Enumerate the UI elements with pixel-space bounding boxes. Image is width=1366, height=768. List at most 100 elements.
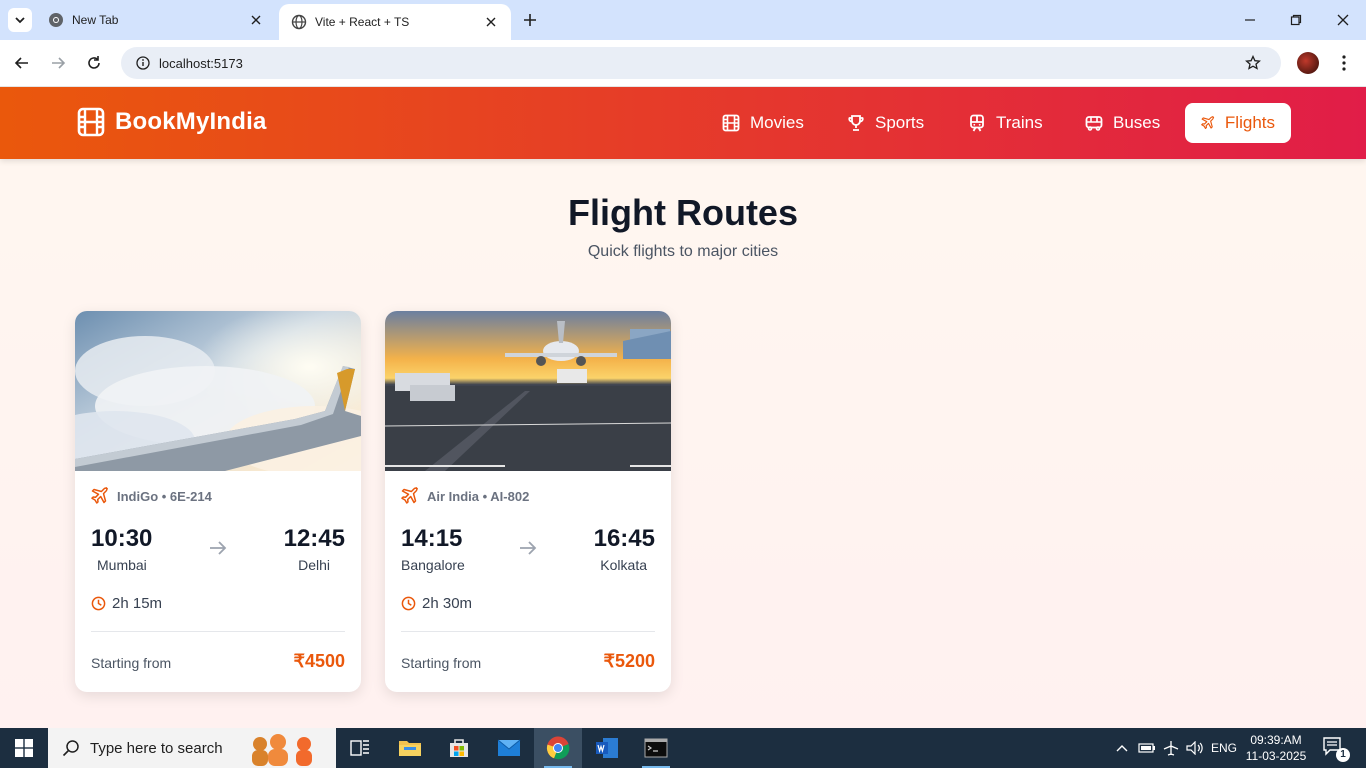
chevron-up-icon [1116, 745, 1128, 752]
nav-movies[interactable]: Movies [706, 103, 820, 143]
browser-menu-button[interactable] [1336, 52, 1352, 74]
nav-trains[interactable]: Trains [952, 103, 1059, 143]
tab-title: New Tab [72, 13, 119, 27]
departure-time: 14:15 [401, 525, 463, 552]
departure-time: 10:30 [91, 525, 153, 552]
store-icon [450, 739, 468, 757]
duration-text: 2h 15m [112, 595, 163, 612]
arrow-left-icon [14, 57, 28, 69]
volume-button[interactable] [1184, 728, 1206, 768]
nav-label: Movies [750, 113, 804, 132]
arrival-city: Kolkata [600, 557, 647, 573]
price-label: Starting from [401, 655, 482, 671]
arrival-time: 12:45 [283, 525, 345, 552]
reload-icon [88, 56, 100, 69]
plane-icon [401, 487, 418, 504]
search-placeholder: Type here to search [90, 739, 223, 757]
tab-vite-react[interactable]: Vite + React + TS [279, 4, 511, 40]
speaker-icon [1186, 741, 1203, 755]
windows-icon [15, 739, 33, 757]
mail-button[interactable] [485, 728, 533, 768]
price-value: ₹4500 [293, 651, 346, 671]
trophy-icon [848, 115, 864, 131]
language-indicator[interactable]: ENG [1208, 728, 1240, 768]
show-hidden-icons-button[interactable] [1112, 728, 1132, 768]
clock-date: 11-03-2025 [1245, 749, 1307, 763]
network-button[interactable] [1160, 728, 1182, 768]
clock-icon [401, 596, 416, 611]
task-view-button[interactable] [336, 728, 384, 768]
close-icon [1337, 14, 1349, 26]
terminal-button[interactable] [632, 728, 680, 768]
more-vertical-icon [1342, 55, 1346, 71]
tab-title: Vite + React + TS [315, 15, 410, 29]
word-icon [596, 738, 618, 758]
close-icon[interactable] [483, 14, 499, 30]
nav-buses[interactable]: Buses [1069, 103, 1176, 143]
battery-button[interactable] [1136, 728, 1158, 768]
flight-card[interactable]: Air India • AI-802 14:15 Bangalore 16:45… [385, 311, 671, 692]
back-button[interactable] [9, 50, 35, 76]
word-button[interactable] [583, 728, 631, 768]
airline-info: Air India • AI-802 [401, 487, 529, 505]
flight-duration: 2h 15m [91, 595, 162, 612]
close-icon[interactable] [248, 12, 264, 28]
forward-button[interactable] [45, 50, 71, 76]
minimize-button[interactable] [1227, 0, 1273, 40]
chrome-icon [546, 736, 570, 760]
clock[interactable]: 09:39:AM 11-03-2025 [1244, 732, 1308, 764]
microsoft-store-button[interactable] [435, 728, 483, 768]
tab-new-tab[interactable]: New Tab [36, 0, 276, 40]
flight-duration: 2h 30m [401, 595, 472, 612]
divider [401, 631, 655, 632]
new-tab-button[interactable] [520, 10, 540, 30]
arrow-right-icon [52, 57, 66, 69]
restore-button[interactable] [1273, 0, 1319, 40]
flight-card[interactable]: IndiGo • 6E-214 10:30 Mumbai 12:45 Delhi… [75, 311, 361, 692]
airline-info: IndiGo • 6E-214 [91, 487, 212, 505]
duration-text: 2h 30m [422, 595, 473, 612]
departure-city: Bangalore [401, 557, 465, 573]
browser-tabstrip: New Tab Vite + React + TS [0, 0, 1366, 40]
bus-icon [1085, 116, 1103, 131]
chevron-down-icon [15, 17, 25, 24]
reload-button[interactable] [81, 50, 107, 76]
price-value: ₹5200 [603, 651, 656, 671]
brand-name: BookMyIndia [115, 108, 267, 135]
search-highlight-icon [252, 734, 312, 766]
nav-sports[interactable]: Sports [831, 103, 940, 143]
divider [91, 631, 345, 632]
tab-search-button[interactable] [8, 8, 32, 32]
bookmark-star-icon[interactable] [1245, 55, 1261, 71]
action-center-button[interactable]: 1 [1322, 736, 1350, 762]
task-view-icon [350, 740, 369, 756]
film-icon [77, 107, 105, 137]
brand-logo-link[interactable]: BookMyIndia [77, 107, 267, 137]
battery-icon [1138, 743, 1155, 753]
address-bar[interactable]: localhost:5173 [121, 47, 1281, 79]
file-explorer-button[interactable] [386, 728, 434, 768]
plane-icon [91, 487, 108, 504]
url-text: localhost:5173 [159, 55, 243, 71]
airline-label: Air India • AI-802 [427, 488, 530, 504]
folder-icon [399, 741, 421, 756]
arrow-right-icon [210, 541, 227, 555]
terminal-icon [644, 738, 668, 758]
chrome-taskbar-button[interactable] [534, 728, 582, 768]
close-window-button[interactable] [1320, 0, 1366, 40]
nav-label: Sports [875, 113, 925, 132]
nav-flights[interactable]: Flights [1185, 103, 1291, 143]
start-button[interactable] [0, 728, 48, 768]
arrow-right-icon [520, 541, 537, 555]
site-info-icon[interactable] [135, 55, 151, 71]
arrival-city: Delhi [298, 557, 330, 573]
restore-icon [1290, 14, 1302, 26]
flight-image-wing [75, 311, 361, 471]
departure-city: Mumbai [97, 557, 147, 573]
clock-time: 09:39:AM [1250, 733, 1302, 747]
taskbar-search[interactable]: Type here to search [48, 728, 336, 768]
search-icon [62, 740, 79, 757]
nav-label: Flights [1224, 113, 1275, 132]
film-icon [722, 114, 740, 132]
profile-avatar[interactable] [1297, 52, 1319, 74]
